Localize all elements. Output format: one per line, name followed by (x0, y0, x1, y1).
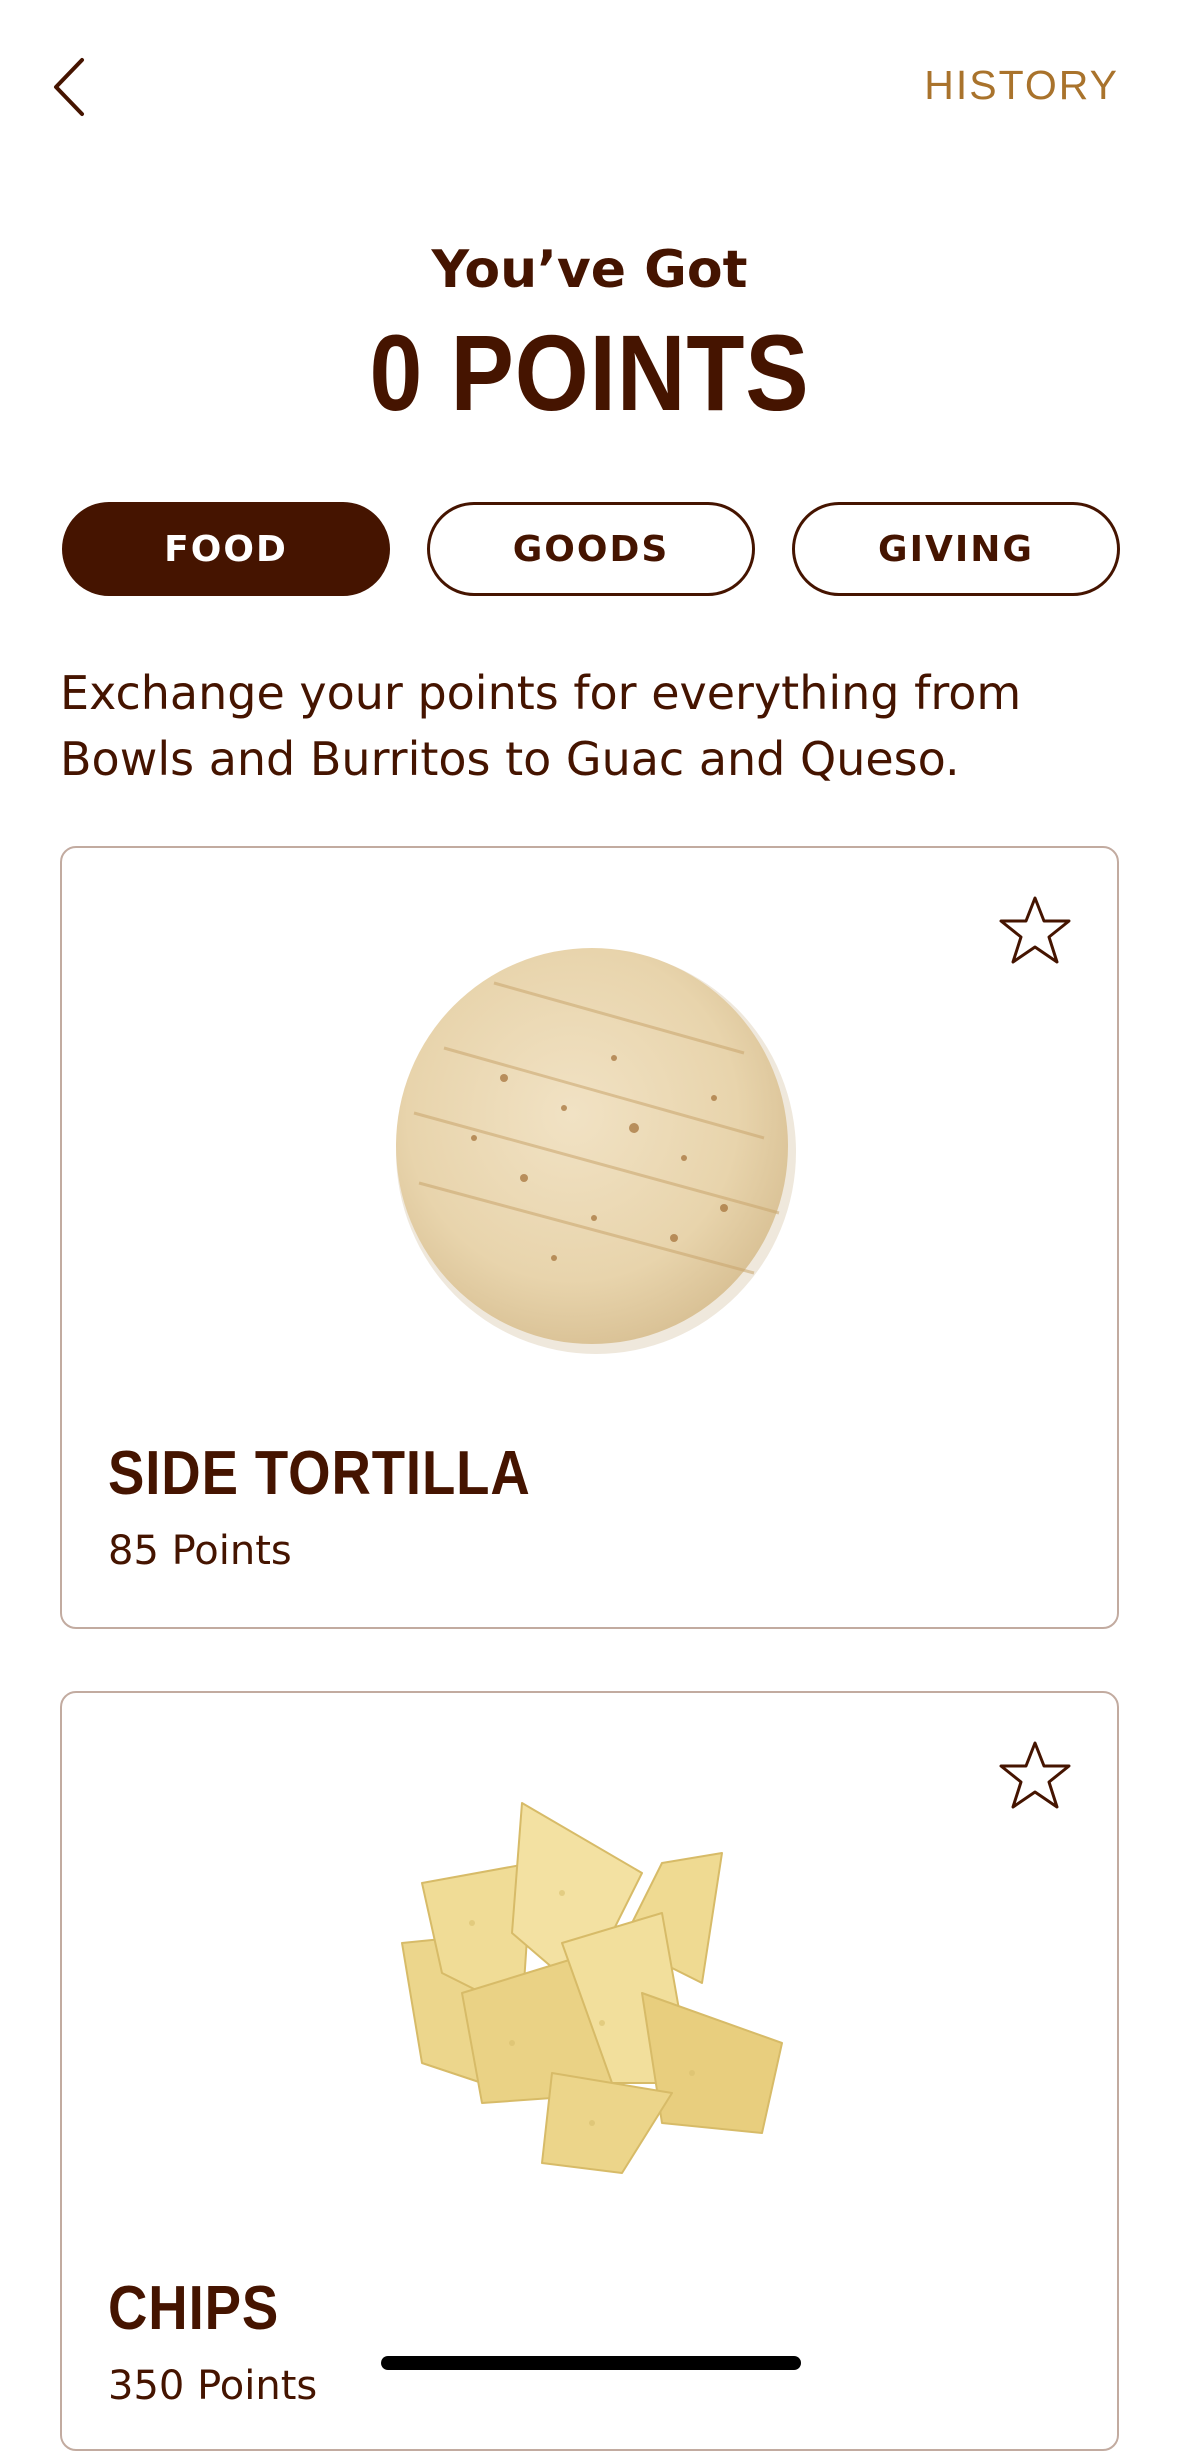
tab-goods[interactable]: GOODS (427, 502, 755, 596)
tortilla-image (396, 948, 796, 1354)
star-icon (999, 896, 1071, 964)
reward-card[interactable]: SIDE TORTILLA 85 Points (60, 846, 1119, 1629)
reward-category-tabs: FOOD GOODS GIVING (62, 502, 1120, 600)
points-balance: 0 POINTS (369, 312, 810, 433)
reward-points: 85 Points (108, 1528, 292, 1574)
tab-giving[interactable]: GIVING (792, 502, 1120, 596)
reward-points: 350 Points (108, 2363, 318, 2409)
points-subtitle: You’ve Got (431, 240, 748, 300)
reward-name: CHIPS (108, 2274, 280, 2343)
chips-image (401, 1802, 783, 2174)
favorite-button[interactable] (997, 1737, 1073, 1813)
home-indicator[interactable] (381, 2356, 801, 2370)
back-button[interactable] (44, 52, 104, 122)
reward-name: SIDE TORTILLA (108, 1439, 531, 1508)
rewards-description: Exchange your points for everything from… (60, 666, 1022, 786)
chevron-left-icon (54, 58, 84, 116)
history-link[interactable]: HISTORY (924, 62, 1119, 109)
star-icon (999, 1741, 1071, 1809)
reward-card[interactable]: CHIPS 350 Points (60, 1691, 1119, 2451)
tab-food[interactable]: FOOD (62, 502, 390, 596)
favorite-button[interactable] (997, 892, 1073, 968)
